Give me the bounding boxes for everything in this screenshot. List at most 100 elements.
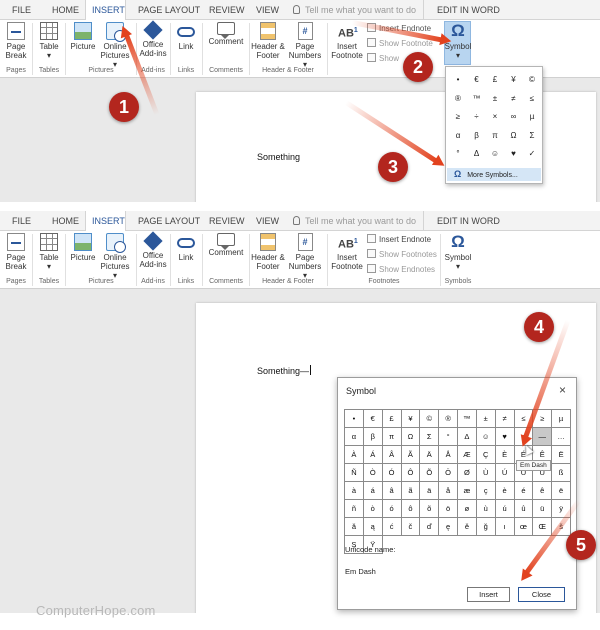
symbol-cell[interactable]: ¥ [505, 71, 523, 90]
character-cell[interactable]: … [552, 428, 571, 446]
character-cell[interactable]: ą [363, 518, 383, 536]
character-cell[interactable]: Ú [495, 464, 515, 482]
character-cell[interactable]: Ã [401, 446, 421, 464]
character-cell[interactable]: ä [420, 482, 440, 500]
header-footer-button[interactable]: Header & Footer [251, 233, 285, 271]
character-cell[interactable]: ° [439, 428, 458, 446]
character-cell[interactable]: ü [533, 500, 553, 518]
character-cell[interactable]: é [514, 482, 534, 500]
character-cell[interactable]: û [514, 500, 534, 518]
character-cell[interactable]: ö [439, 500, 458, 518]
tab-review[interactable]: REVIEW [209, 211, 245, 231]
symbol-cell[interactable]: ♥ [505, 145, 523, 164]
page-numbers-button[interactable]: # Page Numbers ▾ [286, 233, 324, 280]
comment-button[interactable]: Comment [206, 233, 246, 257]
tell-me-search[interactable]: Tell me what you want to do [293, 0, 416, 20]
insert-endnote-button[interactable]: Insert Endnote [367, 234, 431, 244]
tab-view[interactable]: VIEW [256, 0, 279, 20]
symbol-cell[interactable]: ☺ [486, 145, 504, 164]
show-footnotes-button[interactable]: Show Footnotes [367, 249, 437, 259]
character-cell[interactable]: Œ [533, 518, 553, 536]
character-cell[interactable]: Ω [401, 428, 421, 446]
symbol-cell[interactable]: ≤ [523, 90, 541, 109]
link-button[interactable]: Link [174, 233, 198, 262]
character-cell[interactable]: Ñ [345, 464, 364, 482]
character-cell[interactable]: ê [533, 482, 553, 500]
character-cell[interactable]: ě [458, 518, 477, 536]
show-endnotes-button[interactable]: Show [367, 53, 399, 63]
character-cell[interactable]: ♥ [495, 428, 515, 446]
character-cell[interactable]: ë [552, 482, 571, 500]
character-cell[interactable]: Ç [476, 446, 496, 464]
tab-insert[interactable]: INSERT [85, 0, 126, 21]
character-cell[interactable]: â [382, 482, 402, 500]
table-button[interactable]: Table ▾ [36, 22, 62, 60]
tab-page-layout[interactable]: PAGE LAYOUT [138, 211, 200, 231]
picture-button[interactable]: Picture [69, 22, 97, 51]
character-cell[interactable]: β [363, 428, 383, 446]
character-cell[interactable]: ć [382, 518, 402, 536]
symbol-cell[interactable]: π [486, 127, 504, 146]
symbol-cell[interactable]: β [468, 127, 486, 146]
character-cell[interactable]: ☺ [476, 428, 496, 446]
character-cell[interactable]: ¥ [401, 410, 421, 428]
character-cell[interactable]: Ä [420, 446, 440, 464]
edit-in-word-button[interactable]: EDIT IN WORD [423, 0, 513, 20]
character-cell[interactable]: • [345, 410, 364, 428]
character-cell[interactable]: å [439, 482, 458, 500]
page-break-button[interactable]: Page Break [2, 22, 30, 60]
document-text[interactable]: Something [257, 152, 300, 162]
character-cell[interactable]: Â [382, 446, 402, 464]
symbol-button[interactable]: Ω Symbol ▾ [444, 233, 472, 272]
page-numbers-button[interactable]: # Page Numbers ▾ [286, 22, 324, 69]
character-cell[interactable]: ñ [345, 500, 364, 518]
document-text[interactable]: Something— [257, 365, 312, 376]
character-cell[interactable]: ò [363, 500, 383, 518]
character-cell[interactable]: Ó [382, 464, 402, 482]
character-cell[interactable]: ™ [458, 410, 477, 428]
tab-view[interactable]: VIEW [256, 211, 279, 231]
symbol-cell[interactable]: • [449, 71, 467, 90]
tab-home[interactable]: HOME [52, 211, 79, 231]
tab-file[interactable]: FILE [12, 0, 31, 20]
character-cell[interactable]: ß [552, 464, 571, 482]
character-cell[interactable]: α [345, 428, 364, 446]
close-icon[interactable]: × [559, 383, 566, 397]
symbol-cell[interactable]: × [486, 108, 504, 127]
tab-file[interactable]: FILE [12, 211, 31, 231]
close-button[interactable]: Close [518, 587, 565, 602]
character-cell[interactable]: π [382, 428, 402, 446]
tab-home[interactable]: HOME [52, 0, 79, 20]
character-cell[interactable]: ± [476, 410, 496, 428]
character-cell[interactable]: ≠ [495, 410, 515, 428]
character-cell[interactable]: à [345, 482, 364, 500]
character-cell[interactable]: ę [439, 518, 458, 536]
symbol-cell[interactable]: ± [486, 90, 504, 109]
character-cell[interactable]: č [401, 518, 421, 536]
symbol-cell[interactable]: £ [486, 71, 504, 90]
symbol-cell[interactable]: € [468, 71, 486, 90]
show-footnotes-button[interactable]: Show Footnote [367, 38, 433, 48]
office-addins-button[interactable]: Office Add-ins [139, 231, 167, 269]
table-button[interactable]: Table ▾ [36, 233, 62, 271]
character-cell[interactable]: Õ [420, 464, 440, 482]
tell-me-search[interactable]: Tell me what you want to do [293, 211, 416, 231]
tab-page-layout[interactable]: PAGE LAYOUT [138, 0, 200, 20]
character-cell[interactable]: © [420, 410, 440, 428]
character-cell[interactable]: Σ [420, 428, 440, 446]
comment-button[interactable]: Comment [206, 22, 246, 46]
character-cell[interactable]: Æ [458, 446, 477, 464]
character-cell[interactable]: Ö [439, 464, 458, 482]
symbol-cell[interactable]: ✓ [523, 145, 541, 164]
character-cell[interactable]: ó [382, 500, 402, 518]
symbol-cell[interactable]: © [523, 71, 541, 90]
character-cell[interactable]: € [363, 410, 383, 428]
picture-button[interactable]: Picture [69, 233, 97, 262]
insert-button[interactable]: Insert [467, 587, 510, 602]
symbol-cell[interactable]: ∞ [505, 108, 523, 127]
character-cell[interactable]: Å [439, 446, 458, 464]
symbol-cell[interactable]: ÷ [468, 108, 486, 127]
character-cell[interactable]: ® [439, 410, 458, 428]
character-cell[interactable]: £ [382, 410, 402, 428]
office-addins-button[interactable]: Office Add-ins [139, 20, 167, 58]
